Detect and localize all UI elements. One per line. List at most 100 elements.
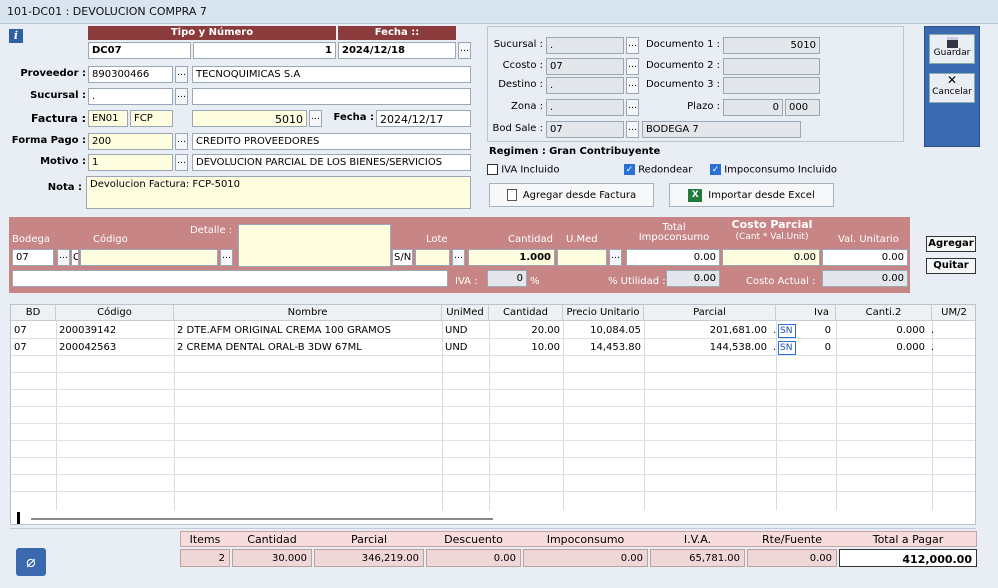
fecha-field[interactable]: 2024/12/18 [338, 42, 456, 59]
utilidad-field[interactable]: 0.00 [666, 270, 720, 287]
table-row[interactable]: 07 200039142 2 DTE.AFM ORIGINAL CREMA 10… [11, 322, 975, 339]
excel-icon: X [688, 188, 703, 202]
bodsale-label: Bod Sale : [492, 123, 543, 134]
total-impoconsumo-label: Total Impoconsumo [626, 223, 722, 243]
items-grid[interactable]: BD Código Nombre UniMed Cantidad Precio … [10, 304, 976, 525]
scrollbar-thumb[interactable] [31, 518, 493, 520]
impoconsumo-checkbox[interactable]: ✓ Impoconsumo Incluido [710, 164, 837, 176]
quitar-button[interactable]: Quitar [926, 258, 976, 274]
proveedor-lookup-button[interactable]: … [175, 66, 188, 83]
fecha-picker-button[interactable]: … [458, 42, 471, 59]
umed-field[interactable] [557, 249, 607, 266]
zona-field[interactable]: . [546, 99, 624, 116]
doc3-field[interactable] [723, 77, 820, 94]
bodega-lookup-button[interactable]: … [57, 249, 70, 266]
iva-field[interactable]: 0 [487, 270, 527, 287]
factura-number-field[interactable]: 5010 [192, 110, 307, 127]
guardar-button[interactable]: Guardar [929, 34, 975, 64]
proveedor-label: Proveedor : [20, 68, 86, 79]
destino-lookup-button[interactable]: … [626, 77, 639, 94]
iva-incluido-checkbox[interactable]: IVA Incluido [487, 164, 560, 176]
bodega-field[interactable]: 07 [12, 249, 54, 266]
plazo-code-field[interactable]: 000 [785, 99, 820, 116]
tipo-field[interactable]: DC07 [88, 42, 191, 59]
nota-field[interactable]: Devolucion Factura: FCP-5010 [86, 176, 471, 209]
importar-excel-button[interactable]: X Importar desde Excel [669, 183, 834, 207]
col-nombre[interactable]: Nombre [174, 305, 442, 321]
bodsale-lookup-button[interactable]: … [626, 121, 639, 138]
forma-pago-code-field[interactable]: 200 [88, 133, 173, 150]
agregar-button[interactable]: Agregar [926, 236, 976, 252]
zona-lookup-button[interactable]: … [626, 99, 639, 116]
factura-fecha-label: Fecha : [333, 112, 374, 123]
cantidad-field[interactable]: 1.000 [468, 249, 555, 266]
entry-description-field[interactable] [12, 270, 448, 287]
numero-field[interactable]: 1 [193, 42, 336, 59]
plazo-days-field[interactable]: 0 [723, 99, 783, 116]
redondear-checkbox[interactable]: ✓ Redondear [624, 164, 692, 176]
val-unitario-field[interactable]: 0.00 [822, 249, 908, 266]
factura-lookup-button[interactable]: … [309, 110, 322, 127]
col-cantidad[interactable]: Cantidad [489, 305, 563, 321]
row-iva: 0 [824, 342, 831, 353]
factura-type-field[interactable]: FCP [130, 110, 173, 127]
agregar-factura-button[interactable]: Agregar desde Factura [489, 183, 654, 207]
window-title: 101-DC01 : DEVOLUCION COMPRA 7 [7, 5, 207, 18]
bodsale-field[interactable]: 07 [546, 121, 624, 138]
col-precio[interactable]: Precio Unitario [563, 305, 644, 321]
doc2-label: Documento 2 : [645, 60, 720, 71]
horizontal-scrollbar[interactable] [11, 510, 975, 524]
ccosto-lookup-button[interactable]: … [626, 58, 639, 75]
r-sucursal-lookup-button[interactable]: … [626, 37, 639, 54]
sucursal-lookup-button[interactable]: … [175, 88, 188, 105]
lote-field[interactable] [415, 249, 450, 266]
importar-excel-label: Importar desde Excel [708, 189, 815, 201]
col-canti2[interactable]: Canti.2 [836, 305, 932, 321]
codigo-field[interactable] [80, 249, 218, 266]
sn-field[interactable]: S/N [392, 249, 413, 266]
umed-label: U.Med [566, 234, 598, 245]
col-codigo[interactable]: Código [56, 305, 174, 321]
info-icon[interactable]: i [9, 29, 23, 43]
forma-pago-lookup-button[interactable]: … [175, 133, 188, 150]
total-parcial-value: 346,219.00 [314, 549, 424, 567]
motivo-lookup-button[interactable]: … [175, 154, 188, 171]
table-row[interactable]: 07 200042563 2 CREMA DENTAL ORAL-B 3DW 6… [11, 339, 975, 356]
val-unitario-label: Val. Unitario [838, 234, 899, 245]
sucursal-field[interactable]: . [88, 88, 173, 105]
detalle-field[interactable] [238, 224, 391, 267]
title-bar: 101-DC01 : DEVOLUCION COMPRA 7 [0, 0, 998, 24]
motivo-code-field[interactable]: 1 [88, 154, 173, 171]
cancelar-button[interactable]: ✕ Cancelar [929, 73, 975, 103]
lote-lookup-button[interactable]: … [452, 249, 465, 266]
codigo-prefix-field[interactable]: C [71, 249, 79, 266]
total-impo-field[interactable]: 0.00 [626, 249, 720, 266]
costo-parcial-field[interactable]: 0.00 [722, 249, 820, 266]
row-sn-button[interactable]: SN [778, 341, 796, 355]
ccosto-field[interactable]: 07 [546, 58, 624, 75]
r-sucursal-field[interactable]: . [546, 37, 624, 54]
col-parcial[interactable]: Parcial [644, 305, 776, 321]
scrollbar-marker [17, 512, 20, 524]
row-sn-button[interactable]: SN [778, 324, 796, 338]
total-pagar-label: Total a Pagar [872, 533, 944, 546]
factura-fecha-field[interactable]: 2024/12/17 [376, 110, 471, 127]
col-unimed[interactable]: UniMed [442, 305, 489, 321]
total-cantidad-label: Cantidad [247, 533, 297, 546]
impoconsumo-label: Impoconsumo Incluido [724, 164, 838, 176]
row-cantidad: 20.00 [531, 325, 560, 336]
row-parcial: 144,538.00 [709, 342, 767, 353]
floppy-icon [946, 37, 958, 48]
destino-field[interactable]: . [546, 77, 624, 94]
col-um2[interactable]: UM/2 [932, 305, 975, 321]
col-bd[interactable]: BD [11, 305, 56, 321]
doc1-field[interactable]: 5010 [723, 37, 820, 54]
factura-prefix-field[interactable]: EN01 [88, 110, 128, 127]
attachment-icon[interactable]: ⌀ [16, 548, 46, 576]
zona-label: Zona : [511, 101, 543, 112]
col-iva[interactable]: Iva [776, 305, 836, 321]
doc2-field[interactable] [723, 58, 820, 75]
codigo-lookup-button[interactable]: … [220, 249, 233, 266]
proveedor-code-field[interactable]: 890300466 [88, 66, 173, 83]
umed-lookup-button[interactable]: … [609, 249, 622, 266]
